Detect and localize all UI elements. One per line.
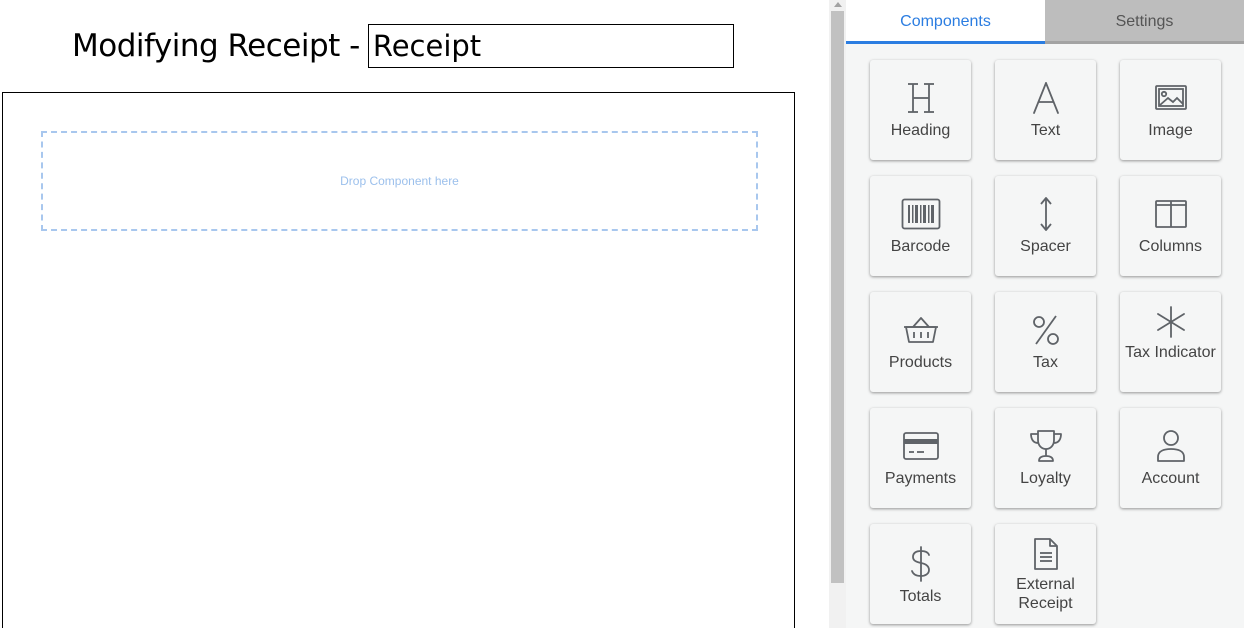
- component-label: Text: [1030, 122, 1061, 139]
- spacer-icon: [995, 194, 1096, 234]
- dollar-icon: [870, 544, 971, 584]
- component-label: Loyalty: [1020, 470, 1071, 487]
- component-label: Account: [1141, 470, 1200, 487]
- component-heading[interactable]: Heading: [870, 60, 971, 160]
- component-payments[interactable]: Payments: [870, 408, 971, 508]
- component-dropzone[interactable]: Drop Component here: [41, 131, 758, 231]
- component-text[interactable]: Text: [995, 60, 1096, 160]
- component-tax-indicator[interactable]: Tax Indicator: [1120, 292, 1221, 392]
- page-title: Modifying Receipt -: [72, 28, 360, 64]
- image-icon: [1120, 78, 1221, 118]
- component-label: Products: [888, 354, 953, 371]
- component-label: Heading: [890, 122, 951, 139]
- document-icon: [995, 534, 1096, 574]
- component-tax[interactable]: Tax: [995, 292, 1096, 392]
- component-label: Columns: [1138, 238, 1203, 255]
- user-icon: [1120, 426, 1221, 466]
- component-products[interactable]: Products: [870, 292, 971, 392]
- component-label: Tax Indicator: [1125, 344, 1216, 361]
- component-totals[interactable]: Totals: [870, 524, 971, 624]
- component-label: External Receipt: [1016, 576, 1075, 612]
- percent-icon: [995, 310, 1096, 350]
- component-columns[interactable]: Columns: [1120, 176, 1221, 276]
- component-label: Barcode: [890, 238, 951, 255]
- scrollbar-thumb[interactable]: [831, 11, 844, 583]
- tab-settings[interactable]: Settings: [1045, 0, 1244, 44]
- receipt-canvas[interactable]: Drop Component here: [2, 92, 795, 628]
- receipt-name-input[interactable]: [367, 24, 734, 68]
- component-grid: Heading Text Image Barcode Spacer Column…: [870, 60, 1221, 624]
- heading-icon: [870, 78, 971, 118]
- scroll-up-arrow-icon[interactable]: [834, 2, 842, 7]
- basket-icon: [870, 310, 971, 350]
- component-external-receipt[interactable]: External Receipt: [995, 524, 1096, 624]
- credit-card-icon: [870, 426, 971, 466]
- component-panel: Components Settings Heading Text Image B…: [846, 0, 1244, 628]
- receipt-editor-page: Modifying Receipt - Drop Component here …: [0, 0, 1244, 628]
- title-row: Modifying Receipt -: [72, 22, 734, 70]
- trophy-icon: [995, 426, 1096, 466]
- component-label: Image: [1148, 122, 1193, 139]
- component-spacer[interactable]: Spacer: [995, 176, 1096, 276]
- component-image[interactable]: Image: [1120, 60, 1221, 160]
- vertical-scrollbar[interactable]: [829, 0, 846, 628]
- component-label: Totals: [899, 588, 942, 605]
- component-label: Spacer: [1020, 238, 1071, 255]
- tab-components[interactable]: Components: [846, 0, 1045, 44]
- panel-tabs: Components Settings: [846, 0, 1244, 44]
- component-label: Payments: [884, 470, 957, 487]
- component-account[interactable]: Account: [1120, 408, 1221, 508]
- component-barcode[interactable]: Barcode: [870, 176, 971, 276]
- component-label: Tax: [1033, 354, 1058, 371]
- dropzone-label: Drop Component here: [340, 174, 459, 188]
- text-icon: [995, 78, 1096, 118]
- columns-icon: [1120, 194, 1221, 234]
- component-loyalty[interactable]: Loyalty: [995, 408, 1096, 508]
- barcode-icon: [870, 194, 971, 234]
- asterisk-icon: [1120, 302, 1221, 342]
